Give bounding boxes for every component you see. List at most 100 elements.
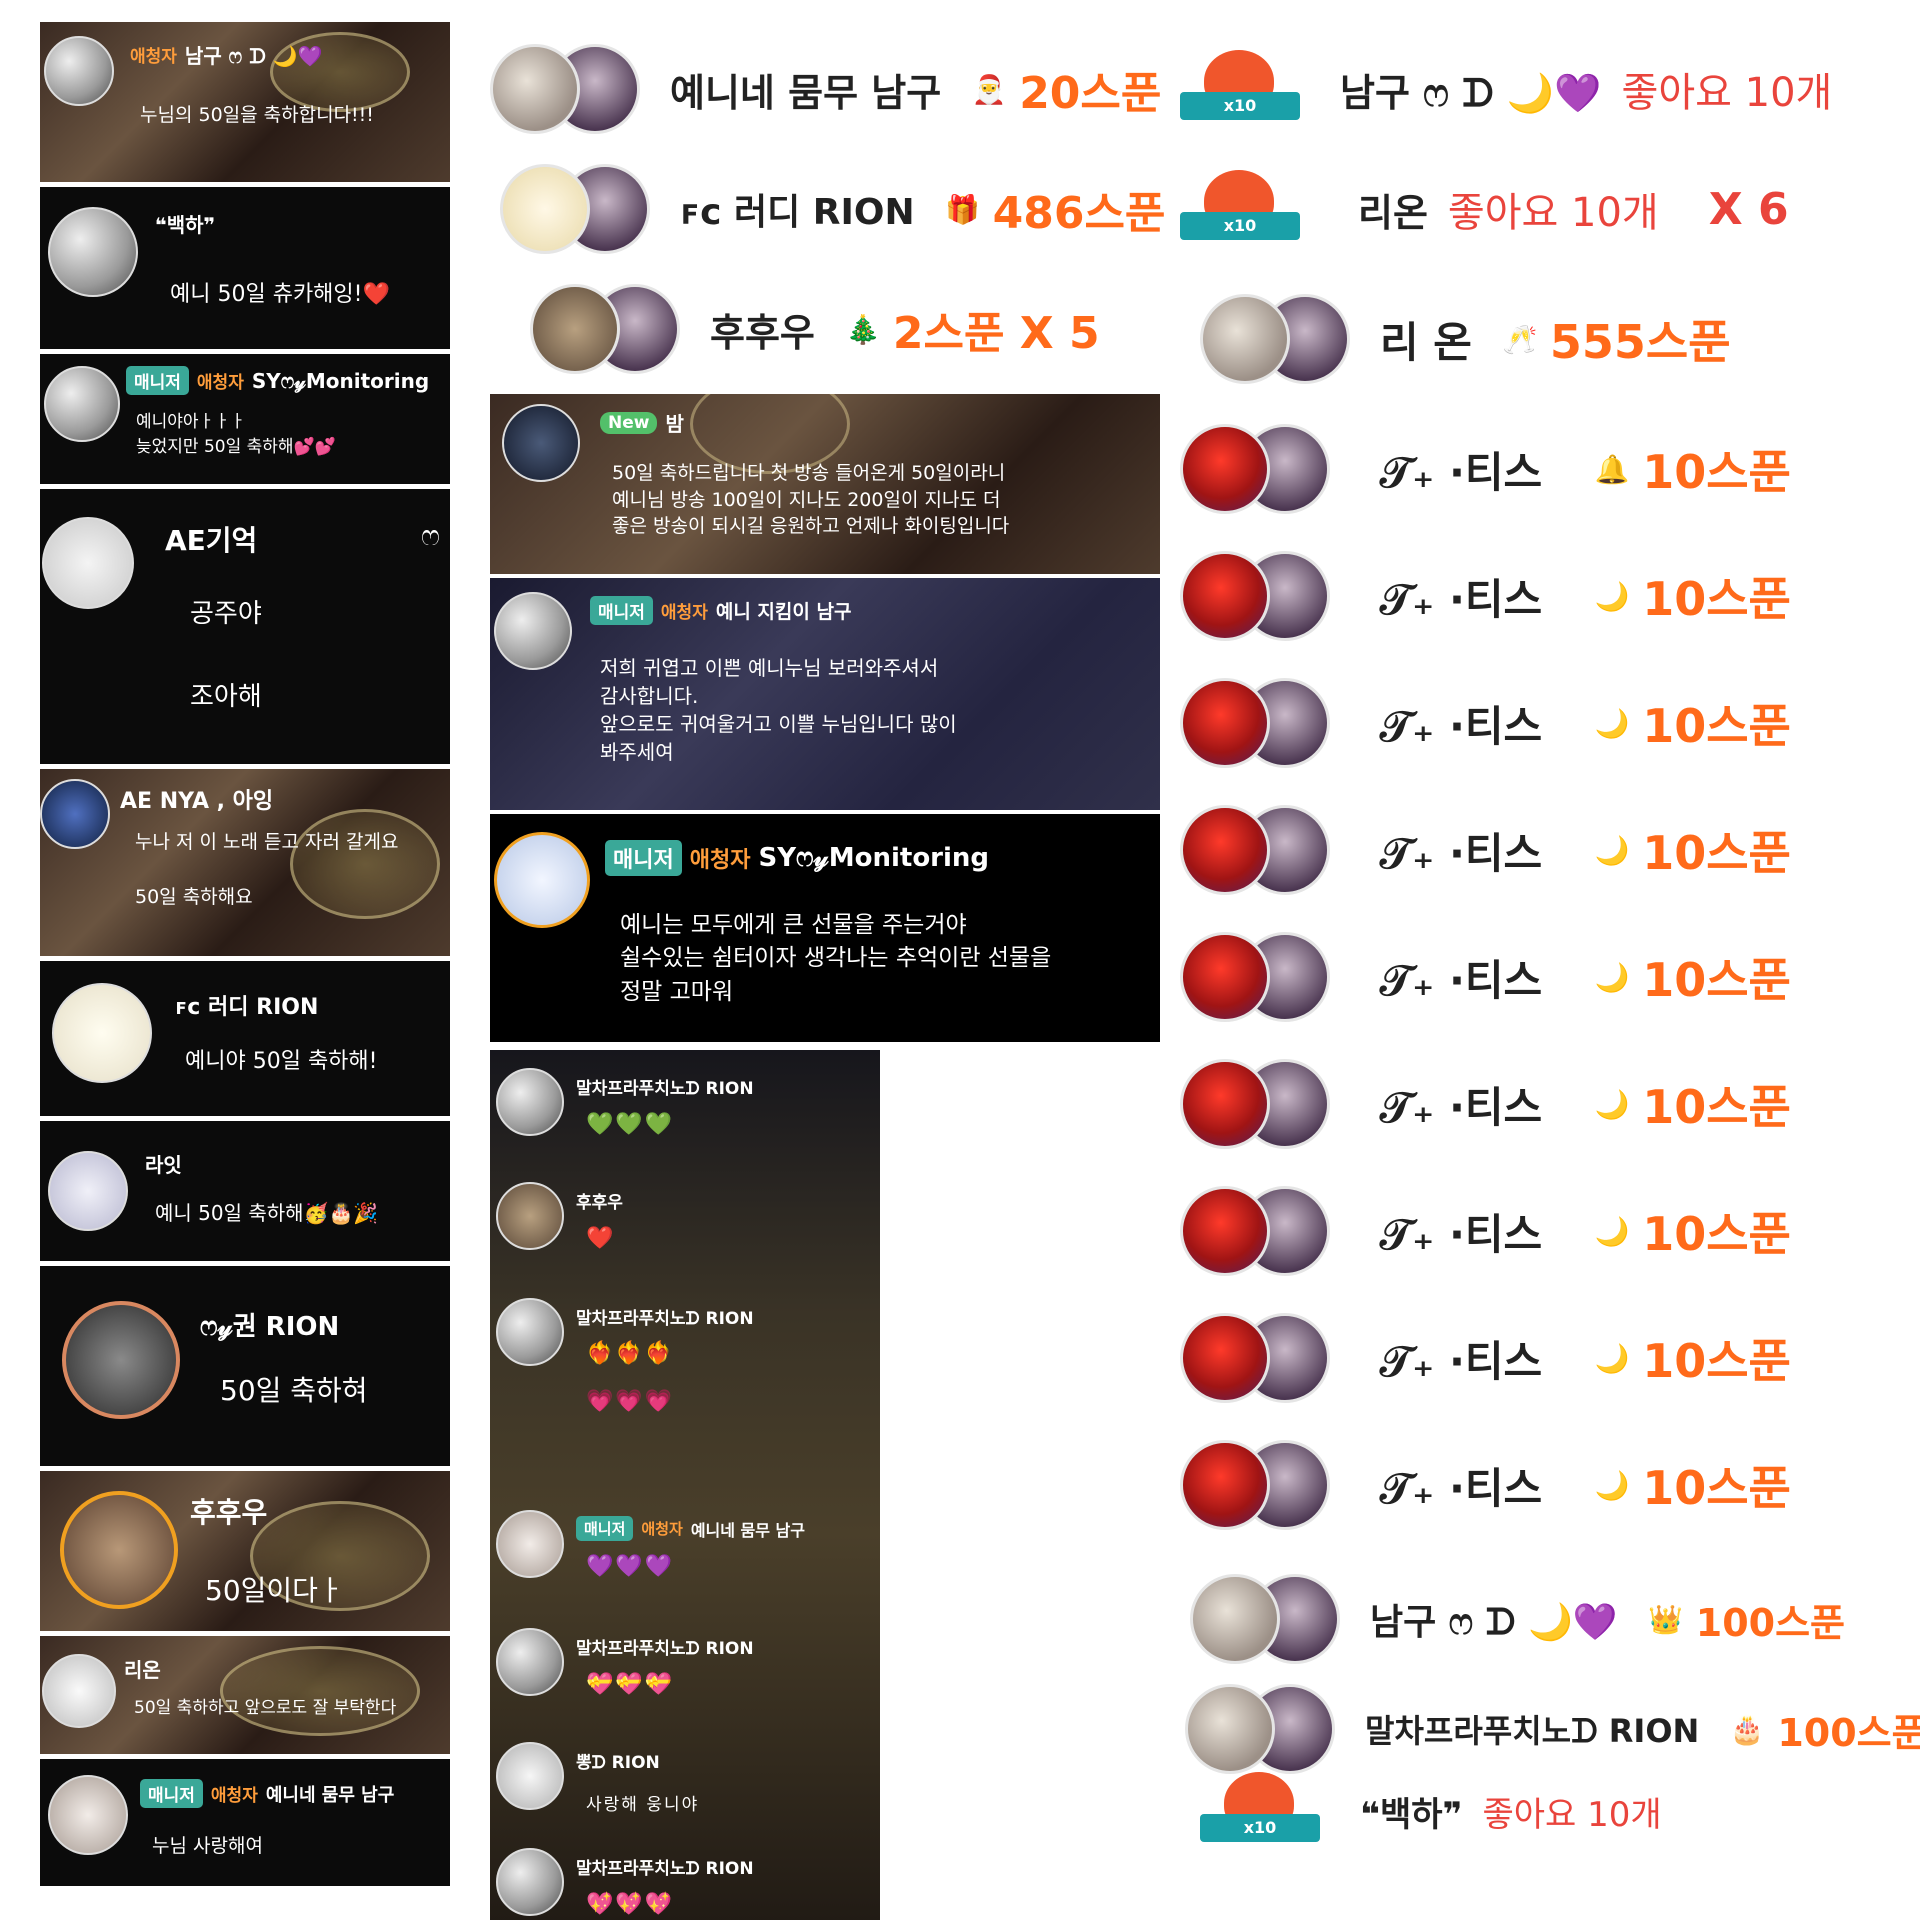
avatar[interactable]: [48, 207, 138, 297]
avatar-pair[interactable]: [1200, 290, 1350, 388]
donor-name: 리 온: [1380, 317, 1472, 367]
donor-name: 말차프라푸치노ᗪ RION: [1365, 1712, 1700, 1750]
avatar-pair[interactable]: [1180, 801, 1330, 899]
avatar[interactable]: [62, 1301, 180, 1419]
nickname: 밤: [665, 412, 684, 436]
avatar[interactable]: [52, 983, 152, 1083]
avatar[interactable]: [496, 1068, 564, 1136]
nickname: AE기억: [165, 524, 258, 557]
donation-amount: 10스푼: [1642, 445, 1791, 499]
donation-row: 리 온 🥂 555스푼: [1200, 290, 1731, 388]
message: 공주야 조아해: [190, 599, 262, 713]
avatar[interactable]: [496, 1628, 564, 1696]
mid-chat-cards: New 밤 50일 축하드립니다 첫 방송 들어온게 50일이라니 예니님 방송…: [490, 394, 1160, 1046]
donation-row: 후후우 🎄 2스푼 X 5: [530, 280, 1100, 378]
avatar-pair[interactable]: [1180, 1436, 1330, 1534]
avatar-pair[interactable]: [1185, 1680, 1335, 1778]
avatar[interactable]: [48, 1151, 128, 1231]
avatar[interactable]: [44, 366, 120, 442]
manager-badge: 매니저: [590, 596, 653, 625]
avatar[interactable]: [44, 36, 114, 106]
avatar[interactable]: [496, 1848, 564, 1916]
nickname: SYෆ𝓎Monitoring: [251, 368, 430, 393]
like-row: x10 리온 좋아요 10개 X 6: [1180, 168, 1789, 250]
donation-row: 𝒯₊ ·티스 🌙 10스푼: [1180, 1436, 1791, 1534]
donation-amount: 486스푼: [992, 188, 1166, 239]
avatar[interactable]: [496, 1510, 564, 1578]
avatar-pair[interactable]: [490, 40, 640, 138]
avatar[interactable]: [496, 1298, 564, 1366]
avatar[interactable]: [496, 1742, 564, 1810]
message: 예니야 50일 축하해!: [185, 1049, 378, 1074]
donor-avatar: [490, 44, 580, 134]
avatar[interactable]: [502, 404, 580, 482]
donation-amount: 10스푼: [1642, 1080, 1791, 1134]
donor-name: 𝒯₊ ·티스: [1380, 1336, 1543, 1386]
chat-card: 후후우 50일이다ㅏ: [40, 1471, 450, 1631]
nickname: 남구 ෆ ᗪ 🌙💜: [184, 44, 323, 68]
avatar-pair[interactable]: [1180, 547, 1330, 645]
badge-row: ❝백하❞: [155, 209, 215, 238]
badge-row: 리온: [124, 1654, 161, 1683]
chat-card: 라잇 예니 50일 축하해🥳🎂🎉: [40, 1121, 450, 1261]
moon-wreath-icon: 🌙: [1594, 1341, 1630, 1375]
avatar[interactable]: [42, 517, 134, 609]
badge-row: 매니저 애청자 SYෆ𝓎Monitoring: [605, 840, 989, 876]
avatar-pair[interactable]: [1180, 1309, 1330, 1407]
donation-amount: 100스푼: [1777, 1710, 1920, 1755]
avatar[interactable]: [60, 1491, 178, 1609]
donor-name: 예니네 뭄무 남구: [670, 70, 942, 115]
fan-badge: 애청자: [660, 603, 708, 623]
donor-avatar: [1180, 424, 1270, 514]
nickname: SYෆ𝓎Monitoring: [758, 842, 990, 873]
nickname: 말차프라푸치노ᗪ RION: [576, 1639, 754, 1659]
donation-amount: 10스푼: [1642, 1207, 1791, 1261]
donation-amount: 20스푼: [1019, 68, 1162, 119]
avatar[interactable]: [494, 592, 572, 670]
avatar[interactable]: [40, 779, 110, 849]
badge-row: 라잇: [145, 1149, 182, 1178]
like-heart-icon: x10: [1180, 168, 1300, 250]
crown-icon: 👑: [1648, 1602, 1684, 1636]
avatar[interactable]: [494, 832, 590, 928]
message: 누님의 50일을 축하합니다!!!: [140, 104, 374, 126]
chat-log-panel: 말차프라푸치노ᗪ RION 💚💚💚 후후우 ❤️ 말차프라푸치노ᗪ RION ❤…: [490, 1050, 880, 1920]
donor-avatar: [1190, 1574, 1280, 1664]
avatar[interactable]: [496, 1182, 564, 1250]
nickname: 예니네 뭄무 남구: [265, 1784, 395, 1806]
badge-row: New 밤: [600, 408, 684, 437]
message: 💚💚💚: [586, 1112, 675, 1137]
badge-row: ෆ𝓎권 RION: [200, 1306, 339, 1343]
liker-name: 리온: [1358, 190, 1428, 235]
avatar-pair[interactable]: [1180, 1182, 1330, 1280]
message: 예니는 모두에게 큰 선물을 주는거야 쉴수있는 쉼터이자 생각나는 추억이란 …: [620, 912, 1052, 1005]
donor-name: 𝒯₊ ·티스: [1380, 955, 1543, 1005]
nickname: 뽕ᗪ RION: [576, 1753, 660, 1773]
avatar-pair[interactable]: [1190, 1570, 1340, 1668]
chat-card: New 밤 50일 축하드립니다 첫 방송 들어온게 50일이라니 예니님 방송…: [490, 394, 1160, 574]
avatar-pair[interactable]: [1180, 674, 1330, 772]
fan-badge: 애청자: [689, 848, 751, 873]
chat-card: ෆ𝓎권 RION 50일 축하혀: [40, 1266, 450, 1466]
donor-avatar: [1180, 1440, 1270, 1530]
cake-icon: 🎂: [1729, 1712, 1765, 1746]
message: 누님 사랑해여: [152, 1835, 263, 1857]
donation-row: 남구 ෆ ᗪ 🌙💜 👑 100스푼: [1190, 1570, 1845, 1668]
avatar-pair[interactable]: [1180, 420, 1330, 518]
avatar-pair[interactable]: [500, 160, 650, 258]
fan-badge: 애청자: [196, 373, 244, 393]
chat-card: AE기억 ෆ 공주야 조아해: [40, 489, 450, 764]
moon-wreath-icon: 🌙: [1594, 960, 1630, 994]
avatar[interactable]: [48, 1775, 128, 1855]
nickname: 후후우: [576, 1193, 623, 1213]
avatar-pair[interactable]: [1180, 928, 1330, 1026]
avatar[interactable]: [42, 1654, 116, 1728]
avatar-pair[interactable]: [530, 280, 680, 378]
like-heart-icon: x10: [1200, 1770, 1320, 1852]
avatar-pair[interactable]: [1180, 1055, 1330, 1153]
donation-row: 𝒯₊ ·티스 🔔 10스푼: [1180, 420, 1791, 518]
message: 사랑해 웅니야: [586, 1795, 700, 1815]
message: 💖💖💖: [586, 1892, 675, 1917]
donation-row: 𝒯₊ ·티스 🌙 10스푼: [1180, 1055, 1791, 1153]
nickname: ꜰᴄ 러디 RION: [175, 995, 319, 1020]
